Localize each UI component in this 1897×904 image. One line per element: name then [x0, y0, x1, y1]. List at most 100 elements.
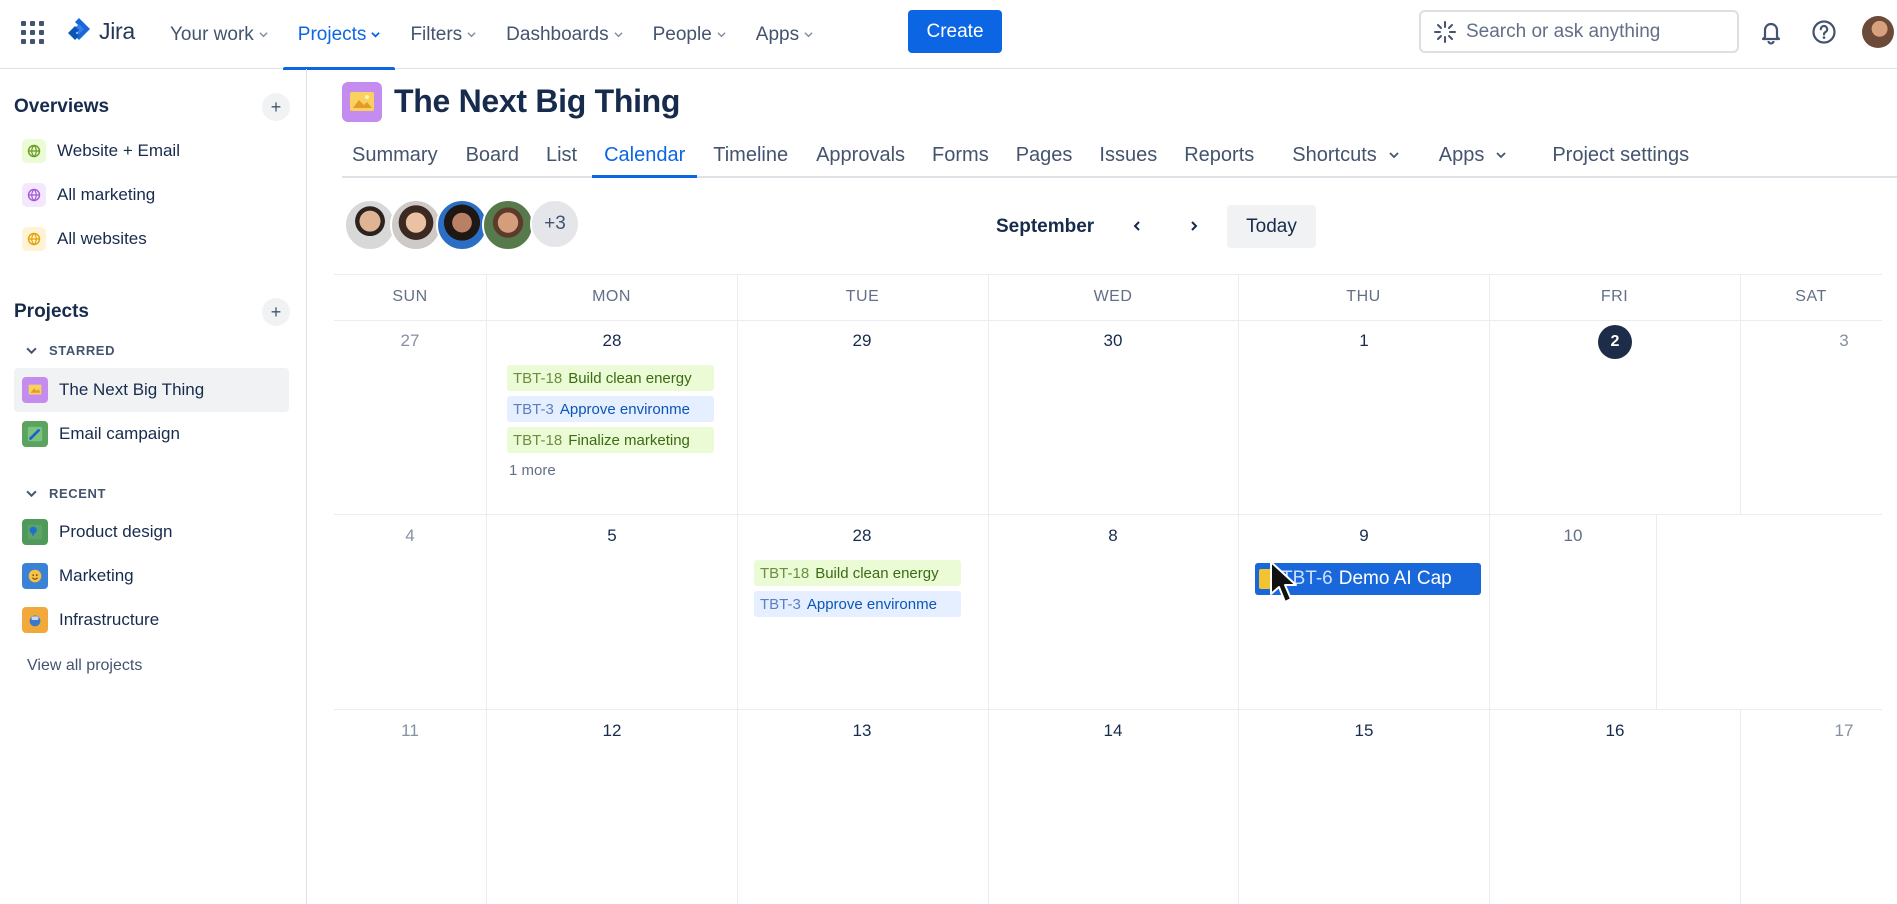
more-avatars-badge[interactable]: +3 — [530, 199, 580, 249]
day-number[interactable]: 12 — [592, 721, 632, 741]
create-button[interactable]: Create — [908, 10, 1002, 53]
calendar-event[interactable]: TBT-18 Build clean energy — [507, 365, 714, 391]
day-number[interactable]: 9 — [1344, 526, 1384, 546]
sidebar-item-all-websites[interactable]: All websites — [14, 217, 289, 261]
nav-filters[interactable]: Filters — [395, 0, 491, 69]
sidebar-item-label: Infrastructure — [59, 610, 160, 629]
calendar-event[interactable]: TBT-3 Approve environme — [507, 396, 714, 422]
nav-label: People — [652, 23, 712, 45]
tab-label: Summary — [352, 143, 438, 166]
tab-reports[interactable]: Reports — [1172, 134, 1266, 176]
jira-logo[interactable]: Jira — [66, 16, 135, 46]
day-number[interactable]: 15 — [1344, 721, 1384, 741]
day-number[interactable]: 10 — [1553, 526, 1593, 546]
day-number[interactable]: 28 — [842, 526, 882, 546]
today-day-number[interactable]: 2 — [1598, 325, 1632, 359]
add-project-button[interactable]: + — [262, 298, 290, 326]
tab-calendar[interactable]: Calendar — [592, 134, 698, 178]
day-number[interactable]: 29 — [842, 331, 882, 351]
previous-month-button[interactable] — [1124, 213, 1150, 239]
sidebar-item-product-design[interactable]: Product design — [14, 510, 289, 554]
tab-pages[interactable]: Pages — [1004, 134, 1085, 176]
weekday-header: SUN — [392, 288, 428, 305]
day-number[interactable]: 13 — [842, 721, 882, 741]
tab-approvals[interactable]: Approvals — [804, 134, 917, 176]
search-input[interactable] — [1466, 20, 1736, 43]
day-number[interactable]: 1 — [1344, 331, 1384, 351]
calendar-event[interactable]: TBT-18 Build clean energy — [754, 560, 961, 586]
tab-label: Approvals — [816, 143, 906, 166]
grid-line — [334, 320, 1882, 321]
recent-section-toggle[interactable]: RECENT — [26, 486, 106, 501]
sidebar-item-infrastructure[interactable]: Infrastructure — [14, 598, 289, 642]
tab-forms[interactable]: Forms — [920, 134, 1001, 176]
today-button[interactable]: Today — [1227, 205, 1316, 248]
sidebar-item-all-marketing[interactable]: All marketing — [14, 173, 289, 217]
project-tabs: Summary Board List Calendar Timeline App… — [342, 134, 1897, 178]
chevron-down-icon — [371, 32, 381, 38]
more-events-link[interactable]: 1 more — [509, 462, 556, 479]
project-avatar-icon — [342, 82, 382, 122]
day-number[interactable]: 27 — [390, 331, 430, 351]
project-avatar-icon — [22, 563, 48, 589]
nav-projects[interactable]: Projects — [282, 0, 396, 70]
day-number[interactable]: 30 — [1093, 331, 1133, 351]
tab-project-settings[interactable]: Project settings — [1540, 134, 1701, 176]
tab-timeline[interactable]: Timeline — [701, 134, 800, 176]
calendar-event[interactable]: TBT-3 Approve environme — [754, 591, 961, 617]
tab-label: Forms — [932, 143, 989, 166]
nav-people[interactable]: People — [638, 0, 741, 69]
nav-label: Apps — [755, 23, 800, 45]
user-avatar[interactable] — [1862, 16, 1894, 48]
day-number[interactable]: 17 — [1824, 721, 1864, 741]
avatar[interactable] — [482, 199, 534, 251]
calendar-grid: SUN MON TUE WED THU FRI SAT 27 28 29 30 … — [334, 274, 1882, 904]
tab-list[interactable]: List — [534, 134, 589, 176]
calendar-event[interactable]: TBT-18 Finalize marketing — [507, 427, 714, 453]
globe-icon — [22, 139, 46, 163]
sidebar-item-label: Website + Email — [57, 141, 180, 160]
help-icon[interactable] — [1810, 18, 1838, 46]
chevron-down-icon — [467, 32, 476, 38]
tab-summary[interactable]: Summary — [340, 134, 450, 176]
projects-heading: Projects — [14, 301, 89, 322]
tab-issues[interactable]: Issues — [1087, 134, 1169, 176]
day-number[interactable]: 4 — [390, 526, 430, 546]
add-overview-button[interactable]: + — [262, 93, 290, 121]
day-number[interactable]: 8 — [1093, 526, 1133, 546]
sidebar-item-label: Product design — [59, 522, 173, 541]
avatar[interactable] — [390, 199, 442, 251]
tab-label: Reports — [1184, 143, 1255, 166]
mouse-pointer-icon — [1270, 561, 1297, 603]
tab-apps[interactable]: Apps — [1427, 134, 1519, 176]
chevron-down-icon — [804, 32, 813, 38]
nav-apps[interactable]: Apps — [741, 0, 828, 69]
next-month-button[interactable] — [1181, 213, 1207, 239]
avatar[interactable] — [344, 199, 396, 251]
day-number[interactable]: 16 — [1595, 721, 1635, 741]
day-number[interactable]: 3 — [1824, 331, 1864, 351]
sidebar-item-label: All websites — [57, 229, 147, 248]
event-key: TBT-18 — [513, 431, 563, 449]
search-box[interactable] — [1419, 10, 1739, 53]
sidebar-item-email-campaign[interactable]: Email campaign — [14, 412, 289, 456]
sidebar-item-marketing[interactable]: Marketing — [14, 554, 289, 598]
app-switcher-icon[interactable] — [21, 21, 45, 45]
nav-dashboards[interactable]: Dashboards — [491, 0, 637, 69]
sidebar-item-label: The Next Big Thing — [59, 380, 205, 399]
day-number[interactable]: 28 — [592, 331, 632, 351]
nav-your-work[interactable]: Your work — [155, 0, 283, 69]
tab-shortcuts[interactable]: Shortcuts — [1280, 134, 1410, 176]
notifications-bell-icon[interactable] — [1757, 18, 1785, 46]
starred-section-toggle[interactable]: STARRED — [26, 343, 115, 358]
tab-board[interactable]: Board — [454, 134, 531, 176]
avatar[interactable] — [436, 199, 488, 251]
sidebar-item-the-next-big-thing[interactable]: The Next Big Thing — [14, 368, 289, 412]
event-title: Approve environme — [806, 595, 937, 613]
day-number[interactable]: 5 — [592, 526, 632, 546]
sidebar-item-website-email[interactable]: Website + Email — [14, 129, 289, 173]
view-all-projects-link[interactable]: View all projects — [27, 657, 142, 675]
grid-line — [334, 514, 1882, 515]
day-number[interactable]: 11 — [390, 721, 430, 741]
day-number[interactable]: 14 — [1093, 721, 1133, 741]
